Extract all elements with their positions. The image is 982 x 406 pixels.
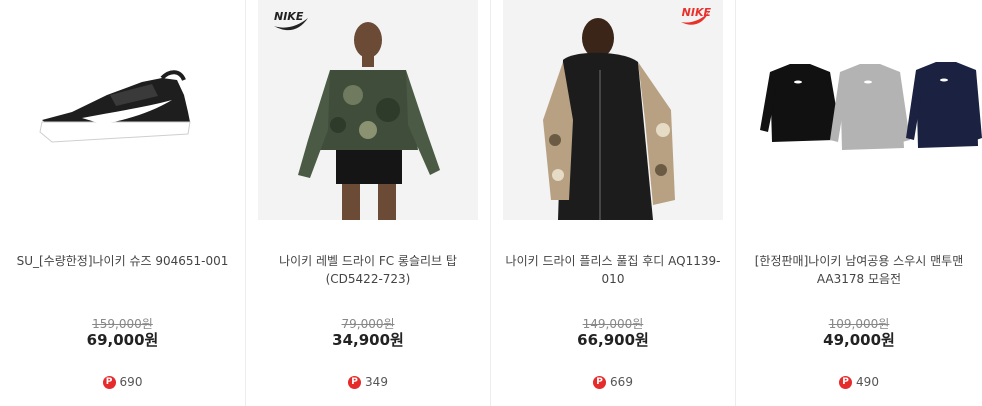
points-value: 490 bbox=[856, 375, 879, 389]
product-title[interactable]: 나이키 레벨 드라이 FC 롱슬리브 탑 (CD5422-723) bbox=[252, 252, 484, 288]
points-value: 690 bbox=[119, 375, 143, 389]
points-value: 349 bbox=[365, 375, 388, 389]
point-icon: P bbox=[102, 375, 116, 389]
product-row: SU_[수량한정]나이키 슈즈 904651-001 159,000원 69,0… bbox=[0, 0, 982, 406]
point-icon: P bbox=[593, 375, 607, 389]
product-title[interactable]: 나이키 드라이 플리스 풀집 후디 AQ1139-010 bbox=[497, 252, 729, 288]
shoe-image bbox=[39, 70, 191, 143]
sale-price: 66,900원 bbox=[577, 331, 649, 349]
product-card[interactable]: [한정판매]나이키 남여공용 스우시 맨투맨 AA3178 모음전 109,00… bbox=[735, 0, 982, 406]
product-image[interactable] bbox=[12, 0, 232, 220]
product-image[interactable]: NIKE bbox=[258, 0, 478, 220]
sale-price: 69,000원 bbox=[86, 331, 159, 349]
model-hoodie-image bbox=[543, 12, 709, 220]
sale-price: 34,900원 bbox=[332, 331, 404, 349]
points: P 490 bbox=[736, 375, 982, 389]
points: P 349 bbox=[246, 375, 490, 389]
points-value: 669 bbox=[610, 375, 633, 389]
product-card[interactable]: SU_[수량한정]나이키 슈즈 904651-001 159,000원 69,0… bbox=[0, 0, 245, 406]
product-title[interactable]: SU_[수량한정]나이키 슈즈 904651-001 bbox=[6, 252, 239, 270]
product-card[interactable]: NIKE 나이키 레벨 드라이 FC 롱슬리브 탑 (CD5422-723) 7… bbox=[245, 0, 490, 406]
sale-price: 49,000원 bbox=[823, 331, 895, 349]
product-card[interactable]: NIKE 나이키 드라이 플리스 풀집 후디 AQ1139-010 149,00… bbox=[490, 0, 735, 406]
points: P 690 bbox=[0, 375, 245, 389]
product-image[interactable]: NIKE bbox=[503, 0, 723, 220]
product-title[interactable]: [한정판매]나이키 남여공용 스우시 맨투맨 AA3178 모음전 bbox=[742, 252, 976, 288]
product-image[interactable] bbox=[748, 0, 982, 220]
points: P 669 bbox=[491, 375, 735, 389]
model-camo-top-image bbox=[274, 18, 440, 220]
point-icon: P bbox=[348, 375, 362, 389]
point-icon: P bbox=[839, 375, 853, 389]
sweatshirts-image bbox=[760, 62, 982, 150]
